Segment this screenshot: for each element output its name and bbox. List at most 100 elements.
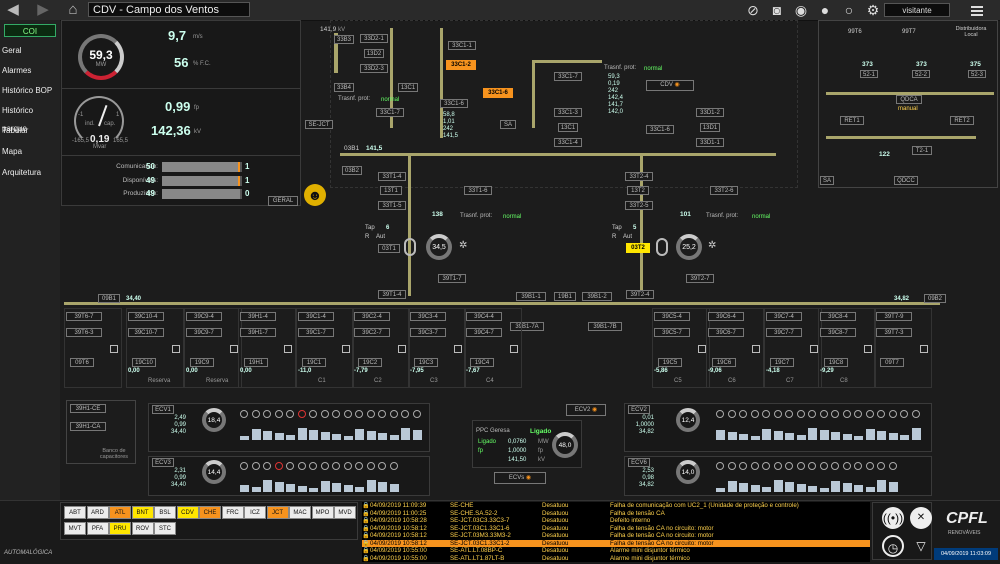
unit-button-pru[interactable]: PRU (109, 522, 131, 535)
home-icon[interactable]: ⌂ (64, 2, 82, 18)
feeder-top-4[interactable]: 39C1-4 (298, 312, 334, 321)
unit-button-bnt[interactable]: BNT (131, 506, 154, 519)
forward-arrow-icon[interactable]: ▶ (34, 2, 52, 18)
feeder-mid-8[interactable]: 39C5-7 (654, 328, 690, 337)
turbine-icon[interactable] (320, 462, 329, 470)
breaker-33d1-1[interactable]: 33D1-1 (696, 138, 724, 147)
feeder-bot-0[interactable]: 09T6 (70, 358, 94, 367)
turbine-icon[interactable] (309, 462, 317, 470)
feeder-mid-7[interactable]: 39C4-7 (466, 328, 502, 337)
turbine-icon[interactable] (865, 462, 874, 470)
turbine-icon[interactable] (274, 410, 283, 418)
turbine-icon[interactable] (877, 410, 885, 418)
turbine-icon[interactable] (240, 410, 248, 418)
alarm-row[interactable]: 🔒 04/09/2019 11:00:25 SE-CHE.SA.52-2 Desatu… (362, 510, 870, 518)
unit-button-stc[interactable]: STC (154, 522, 176, 535)
breaker-39t2-7[interactable]: 39T2-7 (686, 274, 714, 283)
breaker-33t1-5[interactable]: 33T1-5 (378, 201, 406, 210)
turbine-icon[interactable] (819, 410, 828, 418)
gear-icon[interactable]: ⚙ (864, 2, 882, 18)
ecv1-label[interactable]: ECV1 (152, 405, 174, 414)
breaker-13d2[interactable]: 13D2 (364, 49, 384, 58)
turbine-icon[interactable] (251, 410, 260, 418)
turbine-icon[interactable] (716, 410, 724, 418)
feeder-top-9[interactable]: 39C6-4 (708, 312, 744, 321)
breaker-33d1-2[interactable]: 33D1-2 (696, 108, 724, 117)
breaker-33t1-6[interactable]: 33T1-6 (464, 186, 492, 195)
turbine-icon[interactable] (762, 410, 770, 418)
sidebar-item-tabular[interactable]: Tabular (2, 122, 60, 140)
alarm-row[interactable]: 🔒 04/09/2019 10:58:12 SE-JCT.03C1.33C1-2 De… (362, 539, 870, 547)
feeder-bot-8[interactable]: 19C5 (658, 358, 682, 367)
feeder-mid-12[interactable]: 39T7-3 (876, 328, 912, 337)
turbine-icon[interactable] (854, 462, 862, 470)
turbine-icon[interactable] (274, 462, 283, 470)
feeder-bot-5[interactable]: 19C2 (358, 358, 382, 367)
feeder-mid-6[interactable]: 39C3-7 (410, 328, 446, 337)
alarm-row[interactable]: 🔒 04/09/2019 10:58:12 SE-JCT.03C1.33C1-6 De… (362, 525, 870, 533)
turbine-icon[interactable] (739, 462, 747, 470)
feeder-bot-10[interactable]: 19C7 (770, 358, 794, 367)
turbine-icon[interactable] (378, 462, 386, 470)
alarm-33c1-2[interactable]: 33C1-2 (446, 60, 476, 70)
back-arrow-icon[interactable]: ◀ (4, 2, 22, 18)
alarm-row[interactable]: 🔒 04/09/2019 10:55:00 SE-ATL.LT.08BP-C Desa… (362, 547, 870, 555)
feeder-top-6[interactable]: 39C3-4 (410, 312, 446, 321)
feeder-top-1[interactable]: 39C10-4 (128, 312, 164, 321)
camera-icon[interactable]: ◙ (768, 2, 786, 18)
feeder-mid-5[interactable]: 39C2-7 (354, 328, 390, 337)
unit-button-pfa[interactable]: PFA (86, 522, 109, 535)
unit-button-frc[interactable]: FRC (221, 506, 244, 519)
unit-button-mvt[interactable]: MVT (64, 522, 86, 535)
aux-breaker-52-2[interactable]: 52-2 (912, 70, 930, 78)
breaker-13c1b[interactable]: 13C1 (558, 123, 578, 132)
feeder-mid-10[interactable]: 39C7-7 (766, 328, 802, 337)
turbine-icon[interactable] (773, 462, 782, 470)
feeder-bot-9[interactable]: 19C6 (712, 358, 736, 367)
alarm-row[interactable]: 🔒 04/09/2019 10:58:28 SE-JCT.03C3.33C3-7 De… (362, 517, 870, 525)
turbine-icon[interactable] (877, 462, 885, 470)
turbine-icon[interactable] (842, 462, 851, 470)
tie-39b1-2[interactable]: 39B1-2 (582, 292, 612, 301)
breaker-13c1[interactable]: 13C1 (398, 83, 418, 92)
breaker-33c1-1[interactable]: 33C1-1 (448, 41, 476, 50)
turbine-icon[interactable] (343, 462, 352, 470)
turbine-icon[interactable] (401, 410, 409, 418)
breaker-39t2-4[interactable]: 39T2-4 (626, 290, 654, 299)
bus-09b2[interactable]: 09B2 (924, 294, 946, 303)
turbine-icon[interactable] (888, 410, 897, 418)
feeder-top-2[interactable]: 39C9-4 (186, 312, 222, 321)
feeder-mid-1[interactable]: 39C10-7 (128, 328, 164, 337)
turbine-icon[interactable] (320, 410, 329, 418)
alarm-row[interactable]: 🔒 04/09/2019 10:55:00 SE-ATL.LT1.87LT-B Des… (362, 555, 870, 563)
breaker-33d2-1[interactable]: 33D2-1 (360, 34, 388, 43)
turbine-icon[interactable] (263, 410, 271, 418)
unit-button-abt[interactable]: ABT (64, 506, 86, 519)
unit-button-bsl[interactable]: BSL (154, 506, 176, 519)
feeder-bot-4[interactable]: 19C1 (302, 358, 326, 367)
breaker-33c1-6b[interactable]: 33C1-6 (646, 125, 674, 134)
feeder-top-12[interactable]: 39T7-9 (876, 312, 912, 321)
turbine-icon[interactable] (750, 462, 759, 470)
transformer-03t1[interactable]: 03T1 (378, 244, 400, 253)
unit-button-rov[interactable]: ROV (131, 522, 154, 535)
unit-button-che[interactable]: CHE (199, 506, 221, 519)
sidebar-item-arquitetura[interactable]: Arquitetura (2, 164, 60, 182)
tie-39b1-1[interactable]: 39B1-1 (516, 292, 546, 301)
breaker-33t2-4[interactable]: 33T2-4 (625, 172, 653, 181)
feeder-mid-11[interactable]: 39C8-7 (820, 328, 856, 337)
tie-19b1[interactable]: 19B1 (554, 292, 576, 301)
turbine-icon[interactable] (831, 462, 839, 470)
turbine-icon[interactable] (750, 410, 759, 418)
mute-icon[interactable]: ✕ (910, 507, 932, 529)
breaker-13t1[interactable]: 13T1 (380, 186, 402, 195)
aux-breaker-52-3[interactable]: 52-3 (968, 70, 986, 78)
turbine-icon[interactable] (739, 410, 747, 418)
breaker-33t2-5[interactable]: 33T2-5 (625, 201, 653, 210)
turbine-icon[interactable] (286, 462, 294, 470)
breaker-33c1-7b[interactable]: 33C1-7 (554, 72, 582, 81)
turbine-icon[interactable] (911, 410, 920, 418)
alarm-list[interactable]: 🔒 04/09/2019 11:09:39 SE-CHE Desatuou Falha … (362, 502, 870, 562)
feeder-top-10[interactable]: 39C7-4 (766, 312, 802, 321)
feeder-bot-7[interactable]: 19C4 (470, 358, 494, 367)
